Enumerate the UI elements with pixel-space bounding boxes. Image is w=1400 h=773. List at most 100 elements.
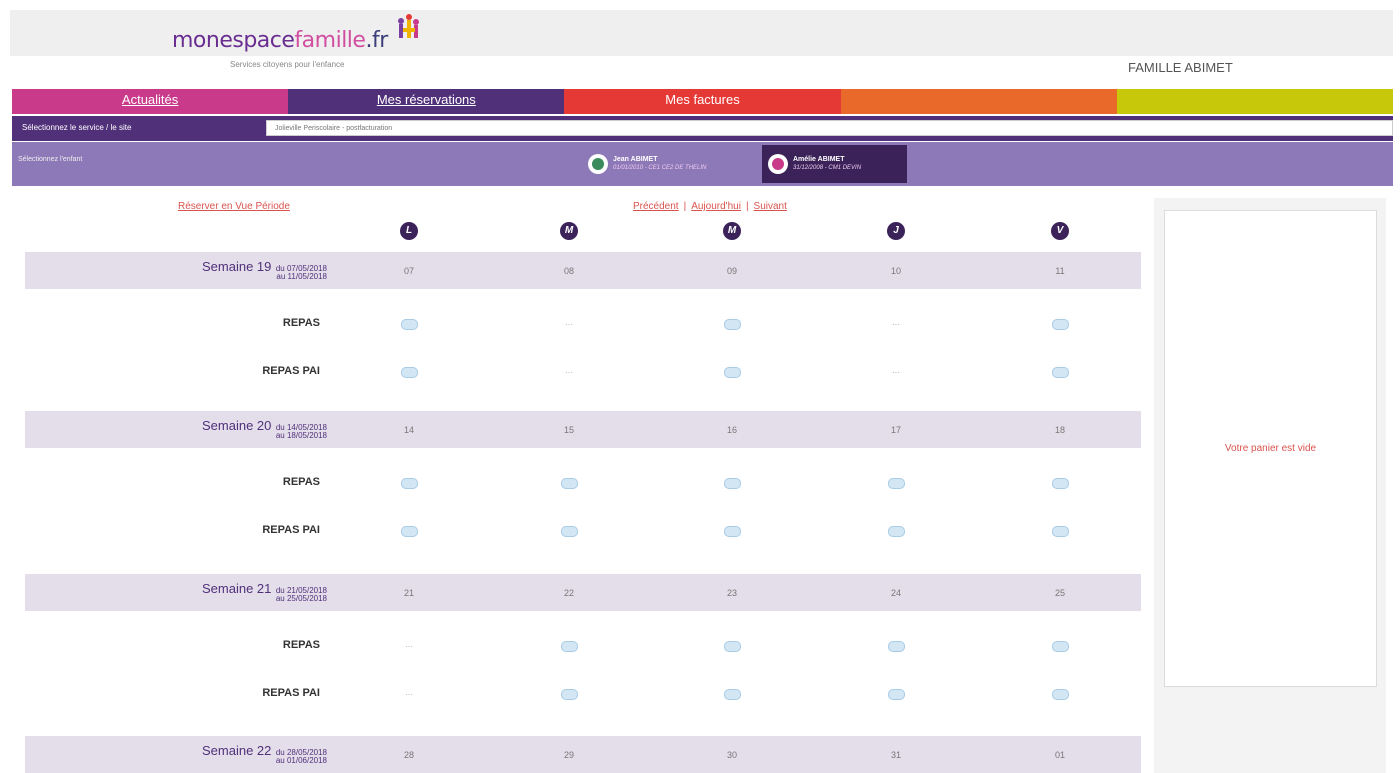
next-link[interactable]: Suivant [754, 201, 787, 212]
meal-row-label: REPAS PAI [262, 524, 320, 536]
day-number: 29 [563, 750, 574, 760]
reservation-slot-checkbox[interactable] [724, 319, 741, 330]
reservation-slot-checkbox[interactable] [561, 478, 578, 489]
child-select-label: Sélectionnez l'enfant [18, 156, 83, 163]
day-number: 21 [403, 588, 414, 598]
family-name: FAMILLE ABIMET [1128, 60, 1233, 75]
day-header-L: L [400, 222, 418, 240]
main-nav: Actualités Mes réservations Mes factures [12, 89, 1394, 114]
avatar-girl-icon [768, 154, 788, 174]
child-details: 31/12/2008 - CM1 DEVIN [793, 165, 862, 171]
day-header-V: V [1051, 222, 1069, 240]
day-number: 11 [1055, 266, 1065, 276]
unavailable-marker: ··· [892, 368, 900, 377]
separator: | [745, 201, 749, 212]
unavailable-marker: ··· [565, 368, 573, 377]
day-number: 23 [726, 588, 737, 598]
week-header: Semaine 22 du 28/05/2018 au 01/06/2018 28 2… [25, 736, 1141, 773]
reservation-slot-checkbox[interactable] [888, 641, 905, 652]
nav-tab-4[interactable] [840, 89, 1117, 114]
reservation-slot-checkbox[interactable] [888, 526, 905, 537]
meal-row-label: REPAS PAI [262, 687, 320, 699]
reservation-slot-checkbox[interactable] [724, 478, 741, 489]
day-number: 24 [890, 588, 901, 598]
week-header: Semaine 21 du 21/05/2018 au 25/05/2018 21 2… [25, 574, 1141, 611]
reservation-slot-checkbox[interactable] [1052, 367, 1069, 378]
tagline: Services citoyens pour l'enfance [230, 60, 345, 69]
nav-tab-5[interactable] [1116, 89, 1394, 114]
day-number: 25 [1054, 588, 1065, 598]
reservation-slot-checkbox[interactable] [1052, 641, 1069, 652]
cart-empty-text: Votre panier est vide [1224, 443, 1317, 454]
reserve-period-link[interactable]: Réserver en Vue Période [178, 201, 290, 212]
day-header-M: M [723, 222, 741, 240]
unavailable-marker: ··· [405, 642, 413, 651]
reservation-slot-checkbox[interactable] [724, 689, 741, 700]
reservation-slot-checkbox[interactable] [561, 641, 578, 652]
reservation-slot-checkbox[interactable] [888, 689, 905, 700]
logo-part-famille: famille [294, 28, 366, 53]
prev-link[interactable]: Précédent [633, 201, 679, 212]
reservation-slot-checkbox[interactable] [561, 689, 578, 700]
avatar-boy-icon [588, 154, 608, 174]
logo-part-fr: .fr [365, 28, 388, 53]
today-link[interactable]: Aujourd'hui [691, 201, 741, 212]
child-tab-amelie[interactable]: Amélie ABIMET 31/12/2008 - CM1 DEVIN [762, 145, 907, 183]
reservation-slot-checkbox[interactable] [401, 478, 418, 489]
reservation-slot-checkbox[interactable] [724, 526, 741, 537]
day-header-J: J [887, 222, 905, 240]
day-number: 15 [563, 425, 574, 435]
reservation-slot-checkbox[interactable] [1052, 689, 1069, 700]
service-label: Sélectionnez le service / le site [22, 123, 132, 132]
meal-row-label: REPAS [282, 476, 320, 488]
nav-tab-3[interactable]: Mes factures [564, 89, 841, 114]
reservation-slot-checkbox[interactable] [888, 478, 905, 489]
child-name: Jean ABIMET [613, 156, 658, 163]
child-name: Amélie ABIMET [793, 156, 845, 163]
reservation-slot-checkbox[interactable] [1052, 478, 1069, 489]
day-number: 28 [403, 750, 414, 760]
week-to: au 25/05/2018 [275, 594, 327, 603]
meal-row-label: REPAS [282, 639, 320, 651]
cart-box: Votre panier est vide [1164, 210, 1377, 687]
unavailable-marker: ··· [892, 320, 900, 329]
day-number: 01 [1054, 750, 1065, 760]
reservation-slot-checkbox[interactable] [1052, 526, 1069, 537]
week-to: au 01/06/2018 [275, 756, 327, 765]
day-number: 14 [403, 425, 414, 435]
week-header: Semaine 19 du 07/05/2018 au 11/05/2018 07 0… [25, 252, 1141, 289]
logo-part-mon: mon [172, 28, 220, 53]
day-header-M: M [560, 222, 578, 240]
meal-row-label: REPAS PAI [262, 365, 320, 377]
day-number: 30 [726, 750, 737, 760]
reservation-slot-checkbox[interactable] [724, 367, 741, 378]
reservation-slot-checkbox[interactable] [724, 641, 741, 652]
day-number: 22 [563, 588, 574, 598]
child-tab-jean[interactable]: Jean ABIMET 01/01/2010 - CE1 CE2 DE THELI… [582, 145, 760, 183]
child-selector-row: Sélectionnez l'enfant Jean ABIMET 01/01/2… [12, 142, 1393, 186]
unavailable-marker: ··· [565, 320, 573, 329]
day-number: 16 [726, 425, 737, 435]
logo-part-espace: espace [219, 28, 295, 53]
week-to: au 11/05/2018 [276, 272, 327, 281]
unavailable-marker: ··· [405, 690, 413, 699]
meal-row-label: REPAS [282, 317, 320, 329]
service-selector-row: Sélectionnez le service / le site Joliev… [12, 116, 1393, 141]
reservation-slot-checkbox[interactable] [1052, 319, 1069, 330]
nav-tab-2[interactable]: Mes réservations [288, 89, 565, 114]
day-number: 10 [890, 266, 901, 276]
week-name: Semaine 20 [201, 418, 272, 433]
reservation-slot-checkbox[interactable] [401, 526, 418, 537]
week-name: Semaine 21 [201, 581, 272, 596]
nav-tab-1[interactable]: Actualités [12, 89, 289, 114]
week-name: Semaine 19 [201, 259, 272, 274]
day-number: 08 [563, 266, 574, 276]
week-name: Semaine 22 [201, 743, 272, 758]
service-select[interactable]: Jolieville Periscolaire - postfacturatio… [266, 120, 1393, 136]
logo[interactable]: monespacefamille.fr [172, 28, 388, 53]
reservation-slot-checkbox[interactable] [401, 367, 418, 378]
reservation-slot-checkbox[interactable] [561, 526, 578, 537]
reservation-slot-checkbox[interactable] [401, 319, 418, 330]
day-number: 31 [890, 750, 901, 760]
day-number: 17 [890, 425, 901, 435]
